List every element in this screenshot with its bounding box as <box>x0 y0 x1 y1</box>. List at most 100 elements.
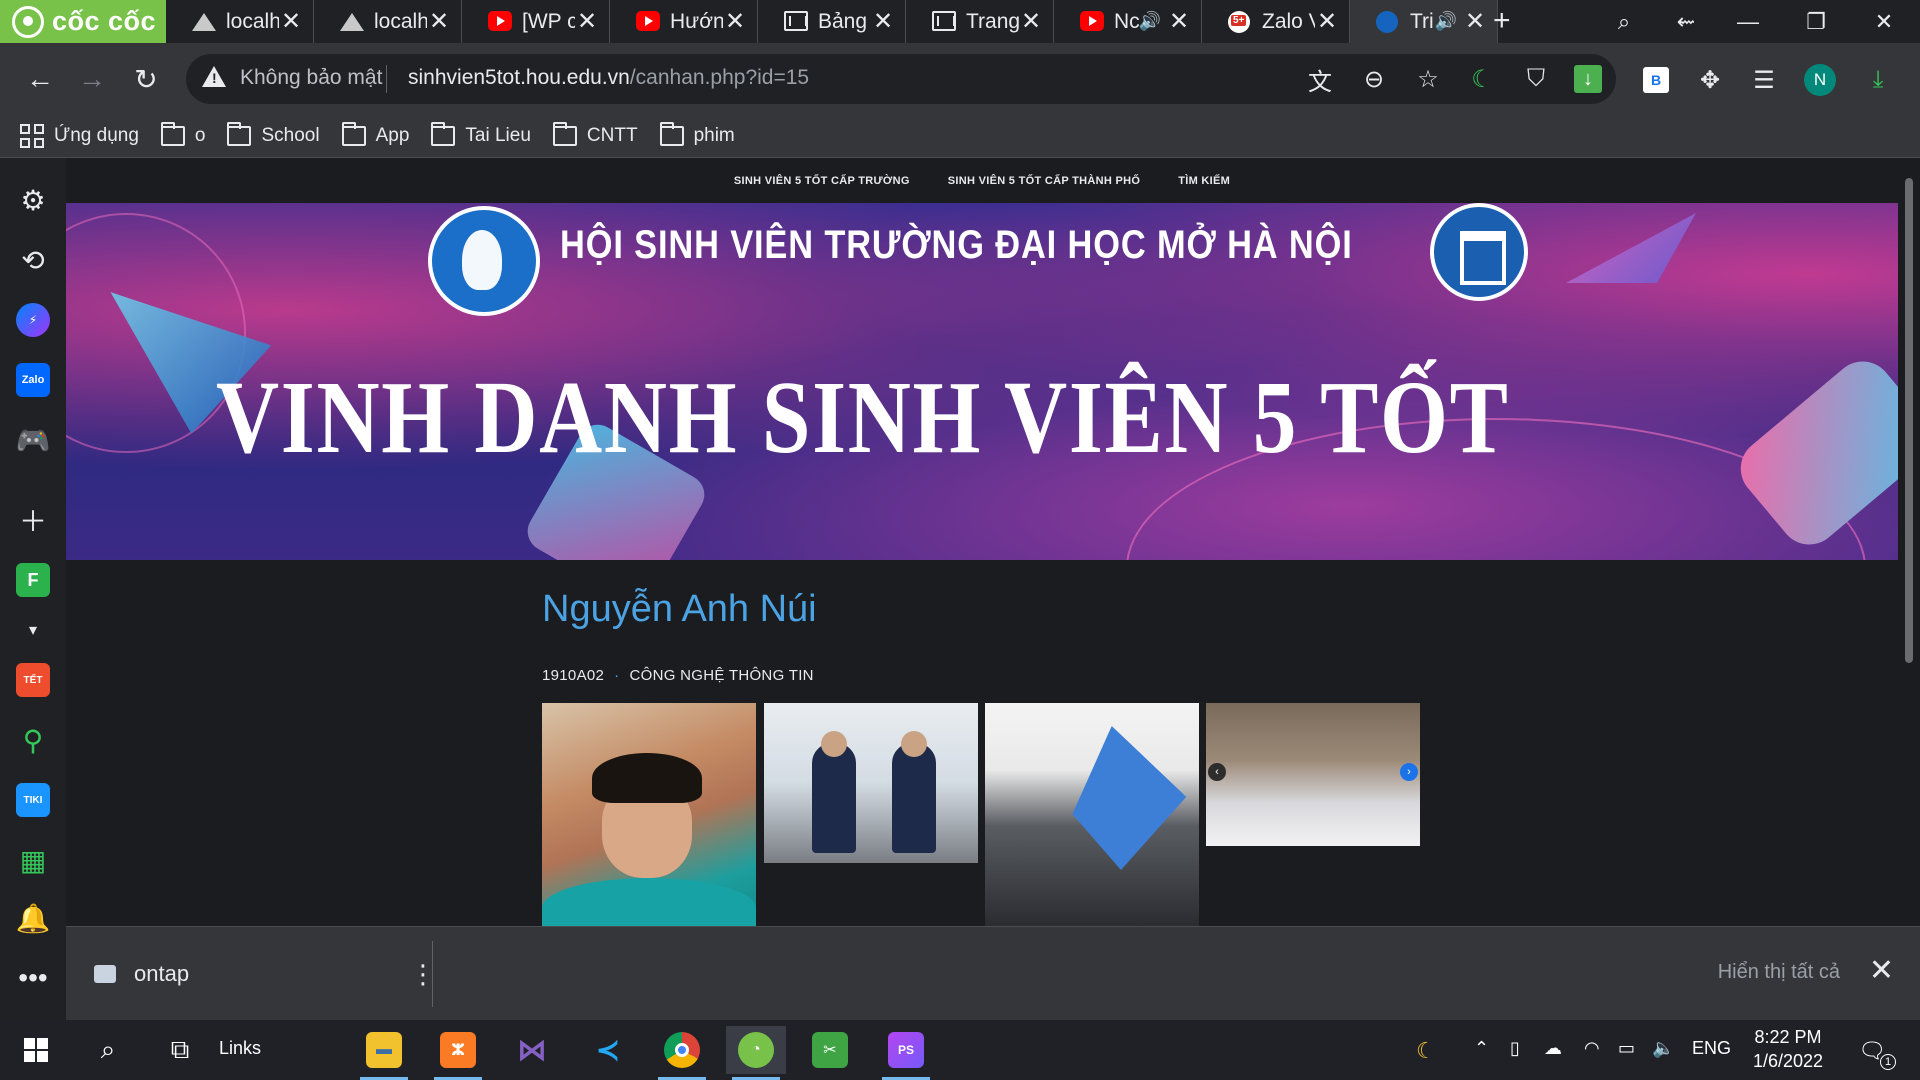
url-text[interactable]: sinhvien5tot.hou.edu.vn/canhan.php?id=15 <box>408 66 809 90</box>
file-explorer-icon[interactable]: ▬ <box>354 1026 414 1080</box>
coccoc-taskbar-icon[interactable]: ◔ <box>726 1026 786 1080</box>
bookmark-folder[interactable]: Tai Lieu <box>431 122 531 147</box>
game-controller-icon[interactable]: 🎮 <box>13 420 53 460</box>
profile-avatar[interactable]: N <box>1800 60 1840 100</box>
more-vertical-icon[interactable]: ⋮ <box>410 959 436 990</box>
tab[interactable]: localh ✕ <box>166 0 314 43</box>
close-icon[interactable]: ✕ <box>1463 7 1487 36</box>
bookmark-star-icon[interactable]: ☆ <box>1412 63 1444 95</box>
security-label[interactable]: Không bảo mật <box>240 66 382 90</box>
sheet-icon[interactable]: ▦ <box>13 840 53 880</box>
chevron-right-icon[interactable]: › <box>1400 763 1418 781</box>
tab[interactable]: [WP c ✕ <box>462 0 610 43</box>
battery-icon[interactable]: ▭ <box>1618 1038 1635 1059</box>
wifi-icon[interactable]: ◠ <box>1584 1038 1600 1059</box>
start-button[interactable] <box>6 1026 66 1074</box>
gallery-photo[interactable] <box>764 703 978 863</box>
dark-mode-icon[interactable]: ☾ <box>1466 63 1498 95</box>
download-extension-icon[interactable]: ↓ <box>1572 63 1604 95</box>
warning-icon[interactable] <box>202 66 226 87</box>
device-icon[interactable]: ▯ <box>1510 1038 1520 1059</box>
settings-gear-icon[interactable]: ⚙ <box>13 180 53 220</box>
speaker-icon[interactable]: 🔊 <box>1139 11 1161 32</box>
download-item[interactable]: ontap ⋮ <box>94 951 436 997</box>
night-light-icon[interactable]: ☾ <box>1416 1038 1436 1064</box>
speaker-icon[interactable]: 🔊 <box>1435 11 1457 32</box>
back-button[interactable]: ← <box>20 59 60 99</box>
coccoc-menu-button[interactable]: cốc cốc <box>0 0 166 43</box>
student-name[interactable]: Nguyễn Anh Núi <box>542 588 817 631</box>
downloads-icon[interactable]: ⤓ <box>1858 60 1898 100</box>
close-icon[interactable]: ✕ <box>279 7 303 36</box>
nav-link-search[interactable]: TÌM KIẾM <box>1178 175 1230 187</box>
volume-icon[interactable]: 🔈 <box>1652 1038 1674 1059</box>
zoom-out-icon[interactable]: ⊖ <box>1358 63 1390 95</box>
close-icon[interactable]: ✕ <box>427 7 451 36</box>
ext-b-icon[interactable]: B <box>1636 60 1676 100</box>
close-icon[interactable]: ✕ <box>1167 7 1191 36</box>
chevron-down-icon[interactable]: ▾ <box>13 610 53 650</box>
gallery-photo[interactable] <box>542 703 756 926</box>
close-icon[interactable]: ✕ <box>1315 7 1339 36</box>
close-icon[interactable]: ✕ <box>1869 953 1894 988</box>
task-view-icon[interactable]: ⧉ <box>150 1026 210 1074</box>
tab[interactable]: Bảng ✕ <box>758 0 906 43</box>
bell-icon[interactable]: 🔔 <box>13 898 53 938</box>
tab[interactable]: Zalo V ✕ <box>1202 0 1350 43</box>
search-icon[interactable]: ⌕ <box>78 1026 138 1074</box>
phpstorm-icon[interactable]: PS <box>876 1026 936 1080</box>
vscode-icon[interactable]: ≺ <box>578 1026 638 1074</box>
tab-active[interactable]: Tri 🔊 ✕ <box>1350 0 1498 43</box>
tab[interactable]: Trang ✕ <box>906 0 1054 43</box>
bookmark-folder[interactable]: CNTT <box>552 122 638 147</box>
more-icon[interactable]: ••• <box>13 958 53 998</box>
close-icon[interactable]: ✕ <box>575 7 599 36</box>
bookmark-apps[interactable]: Ứng dụng <box>20 124 139 148</box>
coccoc-game-icon[interactable]: ⚲ <box>13 720 53 760</box>
scrollbar-thumb[interactable] <box>1905 178 1913 663</box>
chrome-icon[interactable] <box>652 1026 712 1080</box>
onedrive-icon[interactable]: ☁ <box>1544 1038 1562 1059</box>
shield-icon[interactable]: ⛉ <box>1520 63 1552 95</box>
new-tab-button[interactable]: + <box>1493 4 1511 38</box>
close-window-button[interactable]: ✕ <box>1856 0 1912 43</box>
visual-studio-icon[interactable]: ⋈ <box>502 1026 562 1074</box>
links-toolbar[interactable]: Links <box>219 1038 261 1059</box>
bookmark-folder[interactable]: o <box>160 122 205 147</box>
zalo-sidebar-icon[interactable]: Zalo <box>13 360 53 400</box>
extensions-icon[interactable]: ✥ <box>1690 60 1730 100</box>
forward-button[interactable]: → <box>72 59 112 99</box>
chevron-left-icon[interactable]: ‹ <box>1208 763 1226 781</box>
reload-button[interactable]: ↻ <box>126 59 166 99</box>
nav-link-city-level[interactable]: SINH VIÊN 5 TỐT CẤP THÀNH PHỐ <box>948 175 1140 187</box>
close-icon[interactable]: ✕ <box>871 7 895 36</box>
xampp-icon[interactable]: ⵣ <box>428 1026 488 1080</box>
feedly-icon[interactable]: F <box>13 560 53 600</box>
shopee-icon[interactable]: TẾT <box>13 660 53 700</box>
close-icon[interactable]: ✕ <box>723 7 747 36</box>
bookmark-folder[interactable]: School <box>227 122 320 147</box>
tab-search-icon[interactable]: ⌕ <box>1596 0 1652 43</box>
nav-link-school-level[interactable]: SINH VIÊN 5 TỐT CẤP TRƯỜNG <box>734 175 910 187</box>
close-icon[interactable]: ✕ <box>1019 7 1043 36</box>
gallery-photo[interactable] <box>985 703 1199 926</box>
language-indicator[interactable]: ENG <box>1692 1038 1731 1059</box>
tab[interactable]: Hướn ✕ <box>610 0 758 43</box>
history-icon[interactable]: ⟲ <box>13 240 53 280</box>
reading-list-icon[interactable]: ☰ <box>1744 60 1784 100</box>
messenger-icon[interactable]: ⚡ <box>13 300 53 340</box>
restore-button[interactable]: ❐ <box>1788 0 1844 43</box>
clock[interactable]: 8:22 PM 1/6/2022 <box>1742 1025 1834 1073</box>
snipping-tool-icon[interactable]: ✂ <box>800 1026 860 1074</box>
bookmark-folder[interactable]: App <box>341 122 409 147</box>
bookmark-folder[interactable]: phim <box>659 122 735 147</box>
chevron-up-icon[interactable]: ⌃ <box>1474 1038 1489 1059</box>
page-scrollbar[interactable] <box>1898 158 1920 926</box>
back-forward-icon[interactable]: ⇜ <box>1658 0 1714 43</box>
address-bar[interactable]: Không bảo mật sinhvien5tot.hou.edu.vn/ca… <box>186 54 1616 104</box>
gallery-photo[interactable]: ‹ › <box>1206 703 1420 846</box>
translate-icon[interactable]: 文 <box>1304 63 1336 96</box>
tiki-icon[interactable]: TIKI <box>13 780 53 820</box>
minimize-button[interactable]: — <box>1720 0 1776 43</box>
tab[interactable]: localh ✕ <box>314 0 462 43</box>
